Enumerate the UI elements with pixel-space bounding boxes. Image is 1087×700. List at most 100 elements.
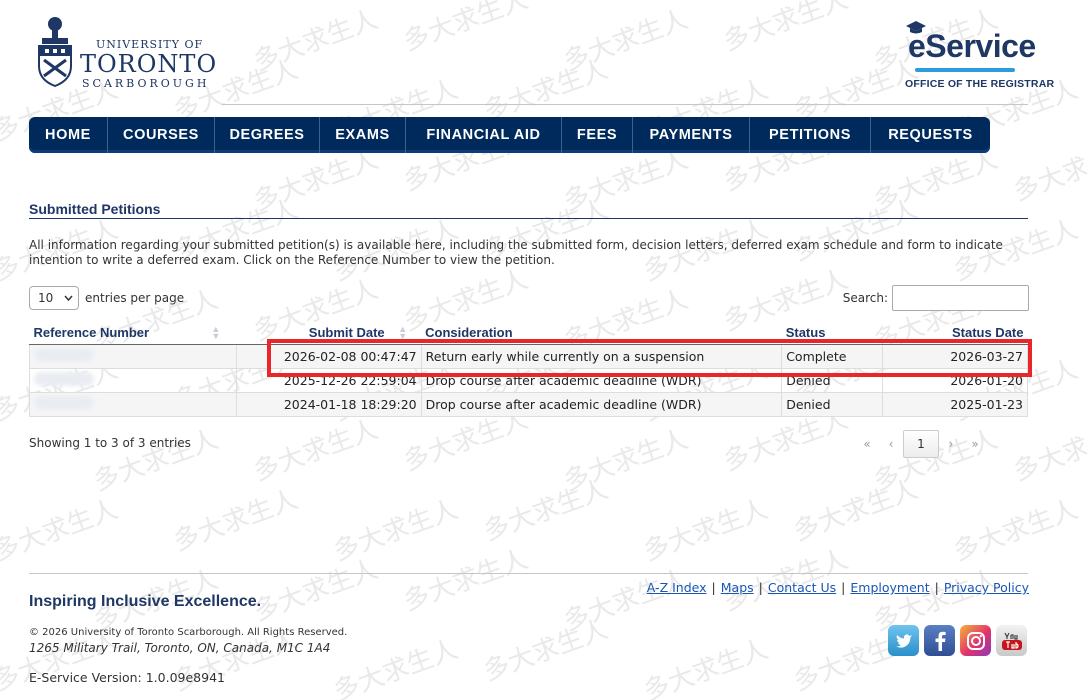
redacted-reference-number	[34, 395, 94, 410]
watermark-text: 多大求生人	[89, 424, 223, 498]
watermark-text: 多大求生人	[559, 424, 693, 498]
facebook-icon[interactable]	[924, 625, 955, 656]
logo-wordmark: UNIVERSITY OF TORONTO SCARBOROUGH	[80, 38, 217, 90]
watermark-text: 多大求生人	[0, 494, 123, 568]
logo-line-scarborough: SCARBOROUGH	[82, 77, 210, 90]
uoft-scarborough-logo[interactable]: UNIVERSITY OF TORONTO SCARBOROUGH	[36, 14, 221, 94]
footer-link-contact-us[interactable]: Contact Us	[768, 580, 836, 595]
watermark-text: 多大求生人	[329, 494, 463, 568]
watermark-text: 多大求生人	[1009, 134, 1087, 208]
column-header-reference-number[interactable]: Reference Number ▲ ▼	[29, 322, 237, 345]
footer-link-separator: |	[758, 580, 763, 595]
redacted-reference-number	[34, 371, 94, 386]
watermark-text: 多大求生人	[249, 4, 383, 78]
eservice-title: eService	[908, 28, 1036, 64]
pagination: « ‹ 1 › »	[855, 430, 987, 458]
search-control: Search:	[843, 285, 1029, 311]
consideration-cell: Drop course after academic deadline (WDR…	[420, 391, 783, 417]
eservice-logo[interactable]: eService OFFICE OF THE REGISTRAR	[905, 20, 1054, 96]
footer-link-privacy-policy[interactable]: Privacy Policy	[944, 580, 1029, 595]
nav-item-fees[interactable]: FEES	[562, 117, 633, 153]
status-date-cell: 2025-01-23	[882, 391, 1028, 417]
eservice-subtitle: OFFICE OF THE REGISTRAR	[905, 78, 1055, 90]
page-title: Submitted Petitions	[29, 201, 161, 217]
watermark-text: 多大求生人	[559, 4, 693, 78]
watermark-text: 多大求生人	[249, 414, 383, 488]
watermark-text: 多大求生人	[479, 474, 613, 548]
main-nav: HOME COURSES DEGREES EXAMS FINANCIAL AID…	[29, 117, 990, 153]
status-cell: Denied	[781, 391, 884, 417]
footer-link-separator: |	[934, 580, 939, 595]
watermark-text: 多大求生人	[949, 494, 1083, 568]
twitter-icon[interactable]	[888, 625, 919, 656]
redacted-reference-number	[34, 347, 94, 362]
watermark-text: 多大求生人	[559, 564, 693, 638]
column-header-label: Submit Date	[308, 325, 385, 341]
reference-number-cell[interactable]	[29, 367, 237, 393]
footer-link-employment[interactable]: Employment	[850, 580, 929, 595]
watermark-text: 多大求生人	[479, 614, 613, 688]
highlight-annotation-box	[267, 339, 1032, 377]
entries-per-page-label: entries per page	[85, 291, 185, 305]
watermark-text: 多大求生人	[1009, 414, 1087, 488]
intro-text: All information regarding your submitted…	[29, 238, 1003, 267]
watermark-text: 多大求生人	[789, 474, 923, 548]
footer-links: A-Z Index | Maps | Contact Us | Employme…	[647, 580, 1029, 595]
nav-item-exams[interactable]: EXAMS	[320, 117, 406, 153]
watermark-text: 多大求生人	[639, 634, 773, 700]
nav-item-requests[interactable]: REQUESTS	[871, 117, 990, 153]
pagination-previous-button[interactable]: ‹	[879, 437, 903, 451]
address-text: 1265 Military Trail, Toronto, ON, Canada…	[29, 641, 331, 655]
watermark-text: 多大求生人	[399, 0, 533, 58]
entries-per-page-select[interactable]: 10	[29, 286, 79, 310]
social-links	[888, 625, 1027, 656]
watermark-text: 多大求生人	[249, 554, 383, 628]
column-header-label: Consideration	[425, 325, 513, 341]
footer-link-separator: |	[841, 580, 846, 595]
watermark-text: 多大求生人	[399, 544, 533, 618]
pagination-first-button[interactable]: «	[855, 437, 879, 451]
column-header-label: Status Date	[951, 325, 1024, 341]
watermark-text: 多大求生人	[329, 634, 463, 700]
table-row[interactable]: 2024-01-18 18:29:20 Drop course after ac…	[29, 391, 1028, 417]
pagination-next-button[interactable]: ›	[939, 437, 963, 451]
nav-item-petitions[interactable]: PETITIONS	[750, 117, 871, 153]
entries-length-control: 10 entries per page	[29, 286, 184, 310]
footer-link-maps[interactable]: Maps	[721, 580, 754, 595]
footer-link-separator: |	[711, 580, 716, 595]
entries-per-page-value: 10	[38, 291, 54, 305]
nav-item-courses[interactable]: COURSES	[108, 117, 215, 153]
search-label: Search:	[842, 291, 888, 305]
submit-date-cell: 2024-01-18 18:29:20	[235, 391, 422, 417]
crest-icon	[38, 17, 72, 88]
nav-item-home[interactable]: HOME	[29, 117, 108, 153]
watermark-text: 多大求生人	[169, 484, 303, 558]
chevron-down-icon	[64, 295, 73, 301]
reference-number-cell[interactable]	[29, 391, 237, 417]
reference-number-cell[interactable]	[29, 343, 237, 369]
column-header-label: Reference Number	[33, 325, 150, 341]
sort-icon: ▲ ▼	[211, 324, 221, 341]
logo-line-toronto: TORONTO	[80, 50, 218, 78]
footer-divider	[29, 573, 1028, 574]
nav-item-degrees[interactable]: DEGREES	[215, 117, 320, 153]
footer-tagline: Inspiring Inclusive Excellence.	[29, 593, 262, 610]
title-underline	[29, 218, 1028, 219]
footer-link-a-z-index[interactable]: A-Z Index	[647, 580, 707, 595]
sort-icon: ▲ ▼	[398, 324, 408, 341]
copyright-text: © 2026 University of Toronto Scarborough…	[29, 627, 348, 638]
version-text: E-Service Version: 1.0.09e8941	[29, 670, 225, 685]
nav-item-financial-aid[interactable]: FINANCIAL AID	[406, 117, 562, 153]
header-divider	[222, 104, 1028, 105]
search-input[interactable]	[892, 285, 1029, 311]
eservice-underline	[915, 68, 1015, 72]
pagination-last-button[interactable]: »	[963, 437, 987, 451]
youtube-icon[interactable]	[996, 625, 1027, 656]
table-info: Showing 1 to 3 of 3 entries	[29, 436, 191, 450]
watermark-text: 多大求生人	[719, 0, 853, 58]
pagination-page-1[interactable]: 1	[903, 430, 939, 458]
watermark-text: 多大求生人	[719, 544, 853, 618]
instagram-icon[interactable]	[960, 625, 991, 656]
nav-item-payments[interactable]: PAYMENTS	[633, 117, 750, 153]
column-header-label: Status	[785, 325, 826, 341]
